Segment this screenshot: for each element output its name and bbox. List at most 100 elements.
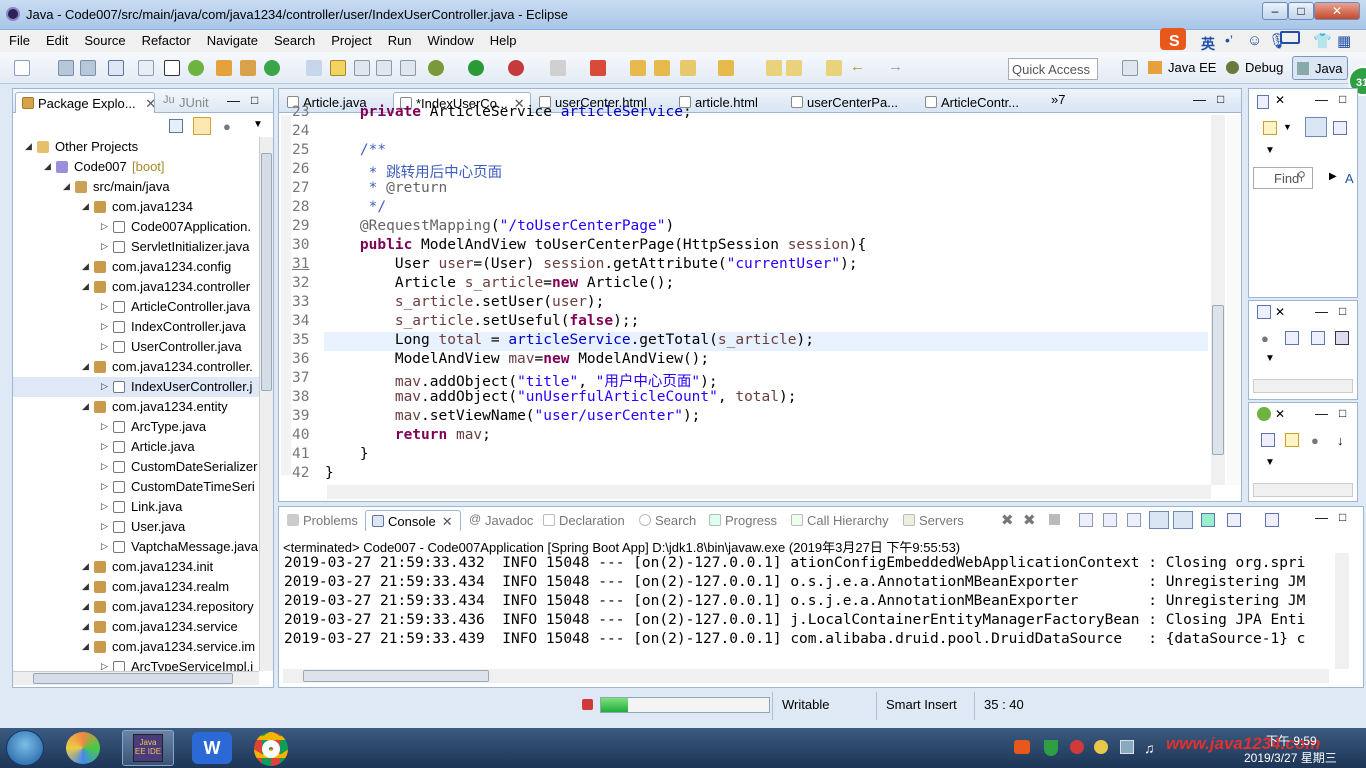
expand-arrow-icon[interactable]: ▷ [101,521,108,532]
close-icon[interactable]: ✕ [1275,305,1285,319]
maximize-editor-icon[interactable]: □ [1217,92,1224,106]
tree-item[interactable]: ▷ ArcTypeServiceImpl.j [13,657,259,671]
console-hscroll-thumb[interactable] [303,670,489,682]
external-tools-icon[interactable] [590,60,606,76]
tree-item[interactable]: ▷ IndexController.java [13,317,259,337]
debug-config-icon[interactable] [216,60,232,76]
remove-launch-icon[interactable]: ✖ [1001,511,1014,529]
network-tray-icon[interactable] [1120,740,1134,754]
code-line[interactable]: mav.addObject("unUserfulArticleCount", t… [325,389,797,405]
tree-item[interactable]: ▷ Link.java [13,497,259,517]
code-line[interactable]: * @return [325,180,448,196]
tab-progress[interactable]: Progress [703,510,785,531]
eclipse-taskbar-button[interactable]: Java EE IDE [122,730,174,766]
open-type-icon[interactable] [718,60,734,76]
console-vscrollbar[interactable] [1335,553,1349,669]
menu-source[interactable]: Source [75,30,132,48]
tab-servers[interactable]: Servers [897,510,969,531]
chrome-icon[interactable] [254,732,288,766]
maximize-view-icon[interactable]: □ [251,93,258,107]
tree-item[interactable]: ▷ CustomDateTimeSeri [13,477,259,497]
menu-edit[interactable]: Edit [37,30,75,48]
code-line[interactable]: * 跳转用后中心页面 [325,161,502,182]
tree-item[interactable]: ◢ src/main/java [13,177,259,197]
open-console-dropdown-icon[interactable] [1265,513,1279,527]
open-console-icon[interactable] [108,60,124,76]
stop-icon[interactable] [550,60,566,76]
tab-problems[interactable]: Problems [281,510,365,531]
expand-arrow-icon[interactable]: ▷ [101,341,108,352]
stop-job-icon[interactable] [582,699,593,710]
maximize-view-icon[interactable]: □ [1339,406,1346,420]
search-tool-icon[interactable] [306,60,322,76]
spring-hscrollbar[interactable] [1253,483,1353,497]
debug-icon[interactable] [428,60,444,76]
keyboard-icon[interactable] [1280,31,1300,44]
link-icon[interactable] [1285,433,1299,447]
collapse-arrow-icon[interactable]: ◢ [82,201,89,212]
sort-icon[interactable]: ● [1261,331,1269,346]
code-line[interactable]: User user=(User) session.getAttribute("c… [325,256,858,272]
close-icon[interactable]: ✕ [442,514,453,529]
tree-item[interactable]: ◢ Other Projects [13,137,259,157]
code-line[interactable]: ModelAndView mav=new ModelAndView(); [325,351,709,367]
start-button[interactable] [6,730,44,766]
expand-arrow-icon[interactable]: ▷ [101,661,108,671]
code-line[interactable]: mav.setViewName("user/userCenter"); [325,408,701,424]
expand-arrow-icon[interactable]: ▷ [101,321,108,332]
refresh-icon[interactable] [264,60,280,76]
menu-file[interactable]: File [0,30,37,48]
dropdown-icon[interactable]: ▼ [1283,122,1292,132]
tab-overflow-button[interactable]: »7 [1051,92,1065,107]
punctuation-icon[interactable]: •’ [1216,29,1240,48]
tab-search[interactable]: Search [633,510,703,531]
tab-call-hierarchy[interactable]: Call Hierarchy [785,510,897,531]
menu-help[interactable]: Help [481,30,524,48]
menu-refactor[interactable]: Refactor [133,30,198,48]
spring-icon[interactable] [188,60,204,76]
sogou-ime-icon[interactable]: S [1160,28,1186,50]
expand-arrow-icon[interactable]: ▷ [101,381,108,392]
debug-perspective[interactable]: Debug [1226,60,1283,75]
console-line[interactable]: 2019-03-27 21:59:33.432 INFO 15048 --- [… [284,555,1336,571]
expand-arrow-icon[interactable]: ▷ [101,241,108,252]
save-icon[interactable] [58,60,74,76]
terminate-icon[interactable] [1049,514,1060,525]
minimize-view-icon[interactable]: — [1315,304,1328,319]
collapse-arrow-icon[interactable]: ◢ [82,281,89,292]
outline-icon[interactable] [1257,305,1271,319]
expand-arrow-icon[interactable]: ▷ [101,541,108,552]
maximize-button[interactable]: □ [1288,2,1314,20]
code-line[interactable]: */ [325,199,386,215]
tree-vertical-scrollbar[interactable] [259,137,273,671]
tree-item[interactable]: ▷ VaptchaMessage.java [13,537,259,557]
tree-item[interactable]: ▷ UserController.java [13,337,259,357]
pin-console-icon[interactable] [1201,513,1215,527]
task-icon[interactable] [376,60,392,76]
collapse-arrow-icon[interactable]: ◢ [44,161,51,172]
show-whitespace-icon[interactable] [354,60,370,76]
maximize-view-icon[interactable]: □ [1339,92,1346,106]
open-perspective-icon[interactable] [1122,60,1138,76]
editor-vscrollbar[interactable] [1211,115,1225,485]
menu-window[interactable]: Window [419,30,481,48]
code-line[interactable]: s_article.setUseful(false);; [325,313,639,329]
tab-usercenterpa[interactable]: userCenterPa... [785,92,917,113]
collapse-arrow-icon[interactable]: ◢ [82,621,89,632]
editor-scroll-thumb[interactable] [1212,305,1224,455]
collapse-all-icon[interactable] [169,119,183,133]
menu-navigate[interactable]: Navigate [198,30,265,48]
arrow-right-icon[interactable]: ▶ [1329,171,1337,182]
filter-icon[interactable]: ● [223,119,231,134]
tree-item[interactable]: ◢ com.java1234.init [13,557,259,577]
collapse-arrow-icon[interactable]: ◢ [82,561,89,572]
security-tray-icon[interactable] [1070,740,1084,754]
code-line[interactable]: /** [325,142,386,158]
view-menu-icon[interactable]: ▼ [1265,353,1275,364]
tree-item[interactable]: ◢ com.java1234.repository [13,597,259,617]
code-line[interactable]: private ArticleService articleService; [325,104,692,120]
minimize-view-icon[interactable]: — [227,93,240,108]
minimize-editor-icon[interactable]: — [1193,92,1206,107]
code-line[interactable]: return mav; [325,427,491,443]
collapse-icon[interactable] [1333,121,1347,135]
